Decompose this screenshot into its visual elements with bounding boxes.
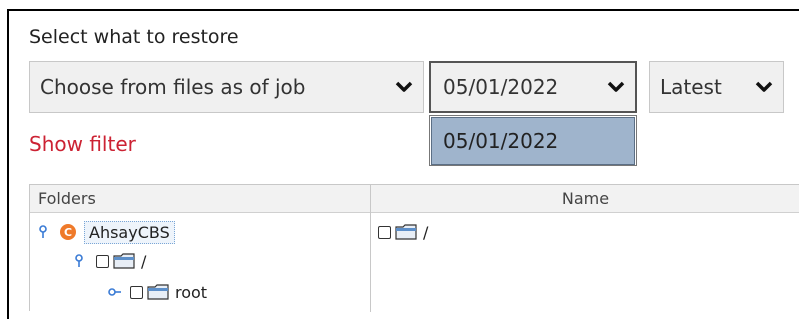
tree-node-label: root: [175, 282, 208, 302]
tree-node-ahsaycbs[interactable]: C AhsayCBS: [38, 219, 175, 245]
column-divider: [370, 185, 371, 312]
name-list-label: /: [423, 222, 429, 242]
show-filter-link[interactable]: Show filter: [29, 132, 136, 156]
tree-expanded-icon[interactable]: [74, 254, 88, 268]
tree-node-label: /: [141, 251, 147, 271]
folders-column-header[interactable]: Folders: [30, 185, 370, 213]
chevron-down-icon: [607, 81, 625, 92]
job-date-select[interactable]: 05/01/2022: [429, 61, 637, 113]
section-label: Select what to restore: [29, 26, 239, 48]
version-select[interactable]: Latest: [649, 61, 784, 113]
version-value: Latest: [660, 75, 722, 99]
folder-icon: [147, 284, 169, 300]
ahsay-app-icon: C: [60, 224, 76, 240]
job-date-value: 05/01/2022: [443, 75, 559, 99]
name-column-header[interactable]: Name: [371, 185, 799, 213]
select-checkbox[interactable]: [378, 225, 391, 239]
tree-node-root[interactable]: root: [108, 279, 207, 305]
restore-browser-table: Folders Name C AhsayCBS / root /: [29, 184, 799, 312]
folder-icon: [113, 253, 135, 269]
name-header-label: Name: [561, 189, 610, 208]
chevron-down-icon: [395, 81, 413, 92]
restore-mode-select[interactable]: Choose from files as of job: [29, 61, 424, 113]
tree-node-label: AhsayCBS: [84, 220, 175, 244]
job-date-dropdown-list: 05/01/2022: [429, 115, 637, 166]
tree-collapsed-icon[interactable]: [108, 285, 122, 299]
restore-mode-value: Choose from files as of job: [40, 75, 306, 99]
chevron-down-icon: [755, 81, 773, 92]
job-date-option[interactable]: 05/01/2022: [431, 117, 635, 165]
folders-header-label: Folders: [38, 189, 96, 208]
tree-node-slash[interactable]: /: [74, 248, 146, 274]
select-checkbox[interactable]: [96, 254, 109, 268]
tree-expanded-icon[interactable]: [38, 225, 52, 239]
select-checkbox[interactable]: [130, 285, 143, 299]
folder-icon: [395, 224, 417, 240]
name-list-item[interactable]: /: [378, 219, 428, 245]
